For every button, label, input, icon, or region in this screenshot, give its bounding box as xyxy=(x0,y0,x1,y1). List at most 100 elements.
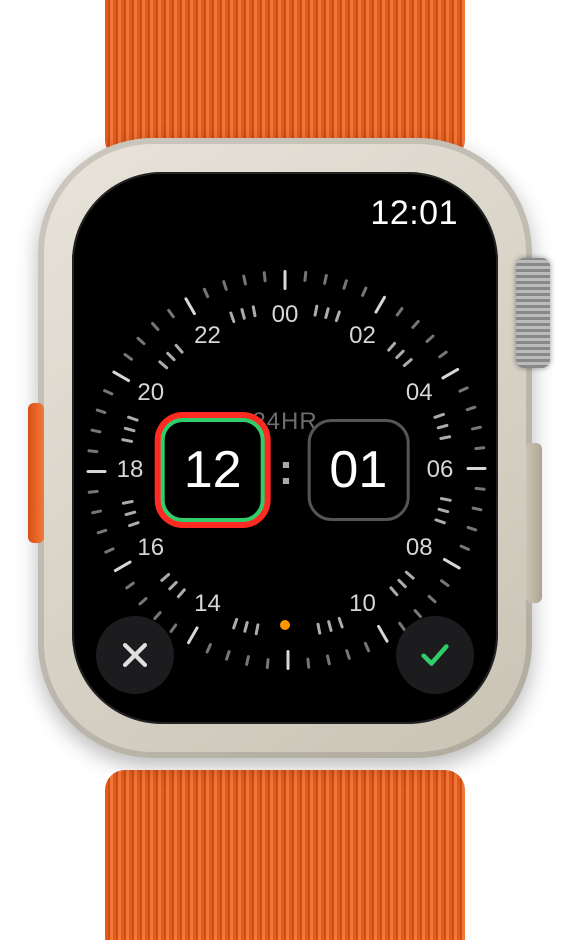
dial-tick xyxy=(263,271,267,282)
dial-tick xyxy=(363,642,370,653)
dial-tick xyxy=(104,547,115,554)
dial-tick xyxy=(323,274,328,285)
dial-subtick xyxy=(168,580,179,591)
dial-tick xyxy=(439,579,450,588)
dial-tick xyxy=(125,581,136,590)
minutes-field[interactable]: 01 xyxy=(307,419,409,521)
dial-tick xyxy=(95,408,106,414)
watch-band-top xyxy=(105,0,465,160)
dial-subtick xyxy=(313,305,318,317)
dial-tick xyxy=(245,655,250,666)
watch-band-bottom xyxy=(105,770,465,940)
dial-subtick xyxy=(121,438,133,443)
dial-subtick xyxy=(434,518,446,525)
dial-subtick xyxy=(243,621,249,633)
dial-subtick xyxy=(334,310,341,322)
dial-tick xyxy=(474,446,485,450)
dial-tick xyxy=(222,280,228,291)
digital-crown[interactable] xyxy=(516,258,550,368)
close-icon xyxy=(118,638,152,672)
dial-tick xyxy=(466,526,477,532)
dial-subtick xyxy=(440,497,452,502)
confirm-button[interactable] xyxy=(396,616,474,694)
dial-tick xyxy=(150,321,160,331)
dial-hour-10: 10 xyxy=(349,590,376,618)
dial-subtick xyxy=(395,349,406,360)
dial-tick xyxy=(169,623,178,634)
watch-screen: 12:01 24HR 12 : 01 000204060810141618202… xyxy=(72,172,498,724)
dial-tick xyxy=(425,334,435,344)
side-button[interactable] xyxy=(526,443,542,603)
dial-tick xyxy=(471,506,482,511)
dial-tick xyxy=(441,367,460,380)
check-icon xyxy=(418,638,452,672)
dial-subtick xyxy=(176,588,186,599)
dial-hour-04: 04 xyxy=(406,379,433,407)
dial-tick xyxy=(474,487,485,491)
dial-hour-14: 14 xyxy=(194,590,221,618)
dial-tick xyxy=(306,658,310,669)
dial-tick xyxy=(225,650,231,661)
dial-tick xyxy=(427,594,437,604)
dial-tick xyxy=(205,643,212,654)
dial-tick xyxy=(361,286,368,297)
hours-field[interactable]: 12 xyxy=(161,418,265,522)
time-separator: : xyxy=(279,445,294,495)
cancel-button[interactable] xyxy=(96,616,174,694)
dial-tick xyxy=(413,609,423,619)
watch-case: 12:01 24HR 12 : 01 000204060810141618202… xyxy=(38,138,532,758)
dial-subtick xyxy=(124,510,136,516)
dial-tick xyxy=(395,307,404,318)
dial-tick xyxy=(266,658,270,669)
current-hour-marker xyxy=(280,620,290,630)
dial-tick xyxy=(88,490,99,494)
dial-subtick xyxy=(437,508,449,514)
action-button[interactable] xyxy=(28,403,44,543)
dial-tick xyxy=(136,336,146,346)
dial-tick xyxy=(342,279,348,290)
dial-subtick xyxy=(128,521,140,528)
dial-tick xyxy=(287,650,290,670)
dial-subtick xyxy=(337,617,344,629)
dial-tick xyxy=(184,297,197,316)
dial-tick xyxy=(242,274,247,285)
dial-tick xyxy=(153,611,163,621)
dial-tick xyxy=(459,544,470,551)
dial-hour-18: 18 xyxy=(117,456,144,484)
dial-tick xyxy=(96,528,107,534)
dial-tick xyxy=(345,649,351,660)
dial-hour-22: 22 xyxy=(194,322,221,350)
dial-tick xyxy=(284,270,287,290)
dial-tick xyxy=(458,386,469,393)
dial-tick xyxy=(202,287,209,298)
dial-subtick xyxy=(324,307,330,319)
dial-subtick xyxy=(387,341,397,352)
dial-subtick xyxy=(174,343,184,354)
dial-tick xyxy=(442,557,461,570)
hour-dial[interactable]: 24HR 12 : 01 0002040608101416182022 xyxy=(85,270,485,670)
dial-subtick xyxy=(402,358,413,368)
dial-tick xyxy=(187,626,200,645)
time-picker-row: 12 : 01 xyxy=(161,418,410,522)
dial-subtick xyxy=(240,308,246,320)
dial-tick xyxy=(467,467,487,470)
dial-tick xyxy=(167,308,176,319)
dial-subtick xyxy=(229,311,236,323)
dial-tick xyxy=(374,295,387,314)
dial-tick xyxy=(326,654,331,665)
dial-hour-00: 00 xyxy=(272,301,299,329)
dial-subtick xyxy=(433,413,445,420)
dial-subtick xyxy=(327,620,333,632)
dial-subtick xyxy=(158,360,169,370)
dial-tick xyxy=(112,370,131,383)
dial-tick xyxy=(90,428,101,433)
dial-tick xyxy=(471,426,482,431)
dial-hour-06: 06 xyxy=(427,456,454,484)
dial-subtick xyxy=(389,586,399,597)
dial-subtick xyxy=(127,415,139,422)
dial-subtick xyxy=(439,435,451,440)
dial-hour-16: 16 xyxy=(137,534,164,562)
dial-tick xyxy=(87,449,98,453)
dial-tick xyxy=(438,350,449,359)
dial-tick xyxy=(377,624,390,643)
